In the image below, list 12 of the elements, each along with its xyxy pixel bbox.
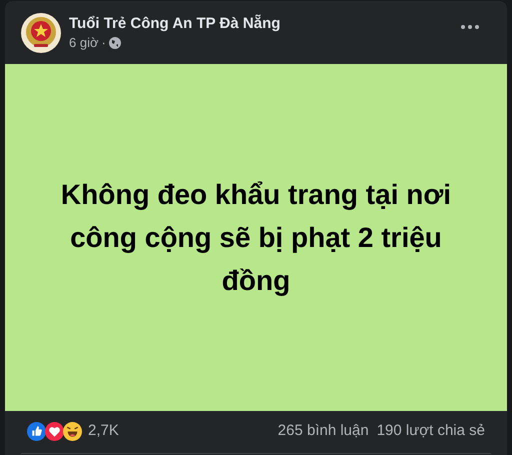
shares-count[interactable]: 190 lượt chia sẻ [376,420,485,442]
heart-reaction-icon[interactable] [45,422,64,440]
separator-dot: · [102,34,106,52]
reactions-count[interactable]: 2,7K [88,420,119,442]
comments-count[interactable]: 265 bình luận [278,420,369,442]
post-time[interactable]: 6 giờ [69,34,98,52]
author-name[interactable]: Tuổi Trẻ Công An TP Đà Nẵng [69,14,280,34]
avatar-emblem-icon[interactable] [21,13,61,53]
globe-icon [108,37,121,49]
like-reaction-icon[interactable] [27,422,46,440]
post-text: Không đeo khẩu trang tại nơi công cộng sẽ bị phạt 2 triệu đồng [60,178,452,298]
laughing-reaction-icon[interactable] [63,422,82,440]
